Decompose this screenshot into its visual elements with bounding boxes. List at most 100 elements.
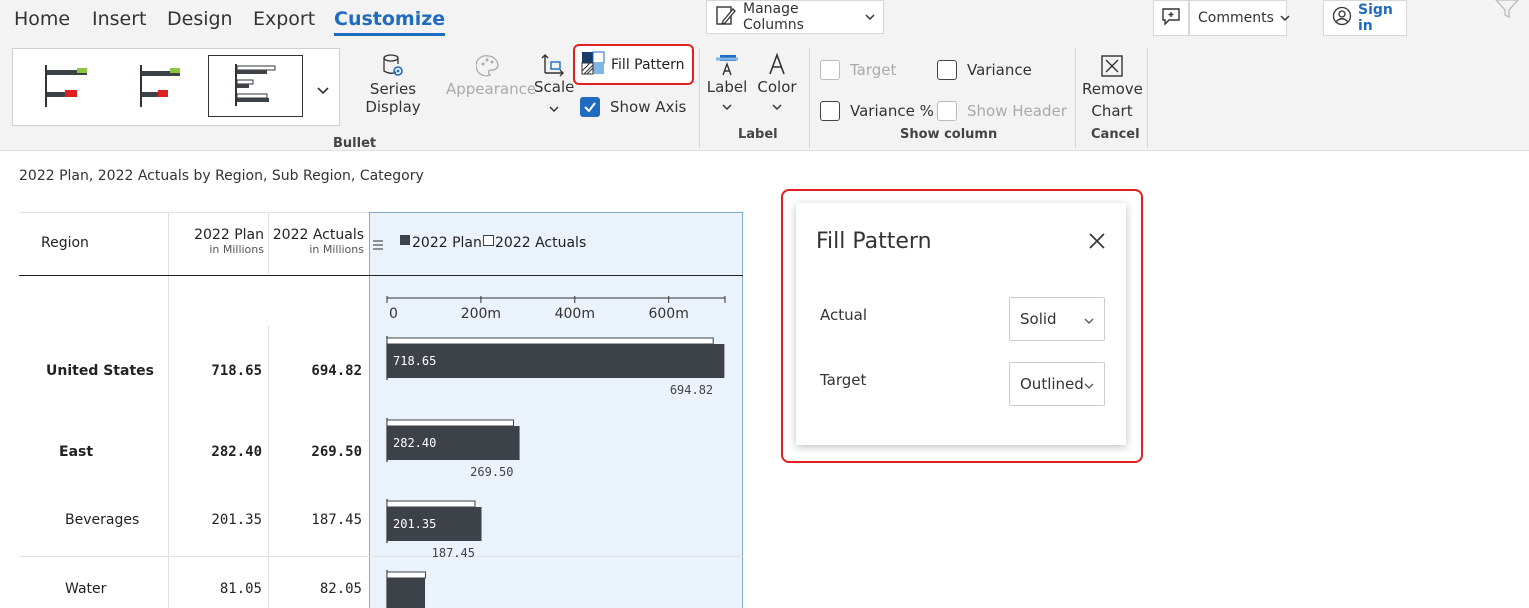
header-region[interactable]: Region: [41, 235, 89, 251]
tab-insert[interactable]: Insert: [92, 8, 147, 30]
chevron-down-icon: [1084, 312, 1094, 330]
label-group-label: Label: [738, 127, 778, 142]
bullet-chart: 0 200m 400m 600m 718.65 694.82 282.40 269.50 201…: [386, 296, 726, 608]
header-plan-unit: in Millions: [209, 243, 264, 256]
menu-icon[interactable]: [372, 236, 384, 255]
checkbox-unchecked-icon: [937, 60, 957, 80]
tab-home[interactable]: Home: [14, 8, 70, 30]
chart-style-gallery: [12, 48, 340, 126]
bullet-group-label: Bullet: [333, 136, 377, 151]
label-label: Label: [706, 78, 748, 96]
show-column-group-label: Show column: [900, 127, 998, 142]
appearance-button[interactable]: Appearance: [446, 52, 537, 98]
remove-chart-button[interactable]: Remove Chart: [1082, 52, 1143, 120]
close-icon[interactable]: [1088, 232, 1106, 254]
target-pattern-dropdown[interactable]: Outlined: [1009, 362, 1105, 406]
row-region: United States: [46, 363, 154, 379]
scale-label: Scale: [534, 78, 575, 96]
checkbox-unchecked-icon: [937, 101, 957, 121]
show-header-checkbox-label: Show Header: [967, 102, 1067, 120]
checkbox-unchecked-icon: [820, 60, 840, 80]
header-plan[interactable]: 2022 Plan in Millions: [172, 227, 264, 256]
plan-data-label: 718.65: [393, 354, 436, 368]
variance-pct-checkbox[interactable]: Variance %: [820, 101, 934, 121]
series-display-button[interactable]: Series Display: [346, 52, 440, 116]
comments-label: Comments: [1198, 10, 1274, 26]
manage-columns-icon: [715, 4, 737, 30]
fill-pattern-panel: Fill Pattern Actual Solid Target Outline…: [796, 203, 1126, 445]
remove-chart-label-1: Remove: [1082, 80, 1143, 98]
target-label: Target: [820, 371, 867, 389]
sign-in-label: Sign in: [1358, 2, 1393, 34]
show-header-checkbox[interactable]: Show Header: [937, 101, 1067, 121]
tab-customize[interactable]: Customize: [334, 8, 446, 36]
actual-pattern-dropdown[interactable]: Solid: [1009, 297, 1105, 341]
target-checkbox-label: Target: [850, 61, 897, 79]
row-region: Water: [65, 581, 107, 597]
appearance-label: Appearance: [446, 80, 537, 98]
column-separator: [268, 325, 269, 608]
add-comment-button[interactable]: [1153, 0, 1189, 36]
legend-actuals-label: 2022 Actuals: [495, 235, 587, 251]
ribbon-separator: [809, 48, 810, 148]
column-separator: [168, 276, 169, 608]
bullet-style-thumb-3[interactable]: [208, 55, 303, 117]
add-comment-icon: [1160, 5, 1182, 31]
chevron-down-icon: [706, 98, 748, 116]
palette-icon: [446, 52, 530, 80]
axis-tick-label: 0: [389, 306, 398, 322]
bullet-style-thumb-2[interactable]: [124, 55, 216, 117]
chevron-down-icon: [756, 98, 798, 116]
actual-outline-bar: [386, 337, 714, 345]
row-plan: 201.35: [211, 512, 262, 528]
actual-data-label: 187.45: [432, 546, 475, 560]
show-axis-label: Show Axis: [610, 98, 687, 116]
legend-plan-label: 2022 Plan: [412, 235, 482, 251]
column-separator: [168, 212, 169, 275]
fill-pattern-title: Fill Pattern: [816, 229, 932, 254]
row-plan: 81.05: [219, 581, 262, 597]
header-plan-label: 2022 Plan: [194, 227, 264, 243]
variance-checkbox-label: Variance: [967, 61, 1032, 79]
sign-in-button[interactable]: Sign in: [1323, 0, 1407, 36]
target-checkbox[interactable]: Target: [820, 60, 896, 80]
chevron-down-icon: [1280, 10, 1290, 26]
gallery-expand-icon[interactable]: [316, 82, 330, 101]
color-icon: [756, 50, 798, 78]
chevron-down-icon: [534, 100, 574, 118]
plan-data-label: 201.35: [393, 517, 436, 531]
label-button[interactable]: Label: [706, 50, 748, 116]
row-plan: 282.40: [211, 444, 262, 460]
actual-data-label: 269.50: [470, 465, 513, 479]
filter-icon[interactable]: [1494, 0, 1520, 22]
header-top-border: [19, 212, 369, 213]
actual-outline-bar: [386, 571, 427, 579]
row-region: Beverages: [65, 512, 140, 528]
scale-button[interactable]: Scale: [534, 50, 574, 118]
header-actuals[interactable]: 2022 Actuals in Millions: [272, 227, 364, 256]
color-button[interactable]: Color: [756, 50, 798, 116]
tab-design[interactable]: Design: [167, 8, 233, 30]
actual-data-label: 694.82: [670, 383, 713, 397]
chevron-down-icon: [1084, 377, 1094, 395]
column-separator: [268, 212, 269, 275]
label-icon: [706, 50, 748, 78]
row-actuals: 694.82: [311, 363, 362, 379]
axis-tick-label: 200m: [461, 306, 501, 322]
actual-pattern-value: Solid: [1020, 310, 1057, 328]
variance-pct-checkbox-label: Variance %: [850, 102, 934, 120]
comments-button[interactable]: Comments: [1189, 0, 1290, 36]
row-actuals: 269.50: [311, 444, 362, 460]
manage-columns-button[interactable]: Manage Columns: [706, 0, 884, 34]
bullet-style-thumb-1[interactable]: [29, 55, 121, 117]
legend-plan-swatch: [400, 235, 410, 245]
fill-pattern-button[interactable]: Fill Pattern: [573, 44, 694, 85]
remove-chart-label-2: Chart: [1091, 102, 1133, 120]
target-pattern-value: Outlined: [1020, 375, 1084, 393]
checkbox-checked-icon: [580, 97, 600, 117]
fill-pattern-icon: [581, 51, 605, 79]
variance-checkbox[interactable]: Variance: [937, 60, 1032, 80]
show-axis-checkbox[interactable]: Show Axis: [580, 97, 686, 117]
ribbon-separator: [1147, 48, 1148, 148]
tab-export[interactable]: Export: [253, 8, 315, 30]
